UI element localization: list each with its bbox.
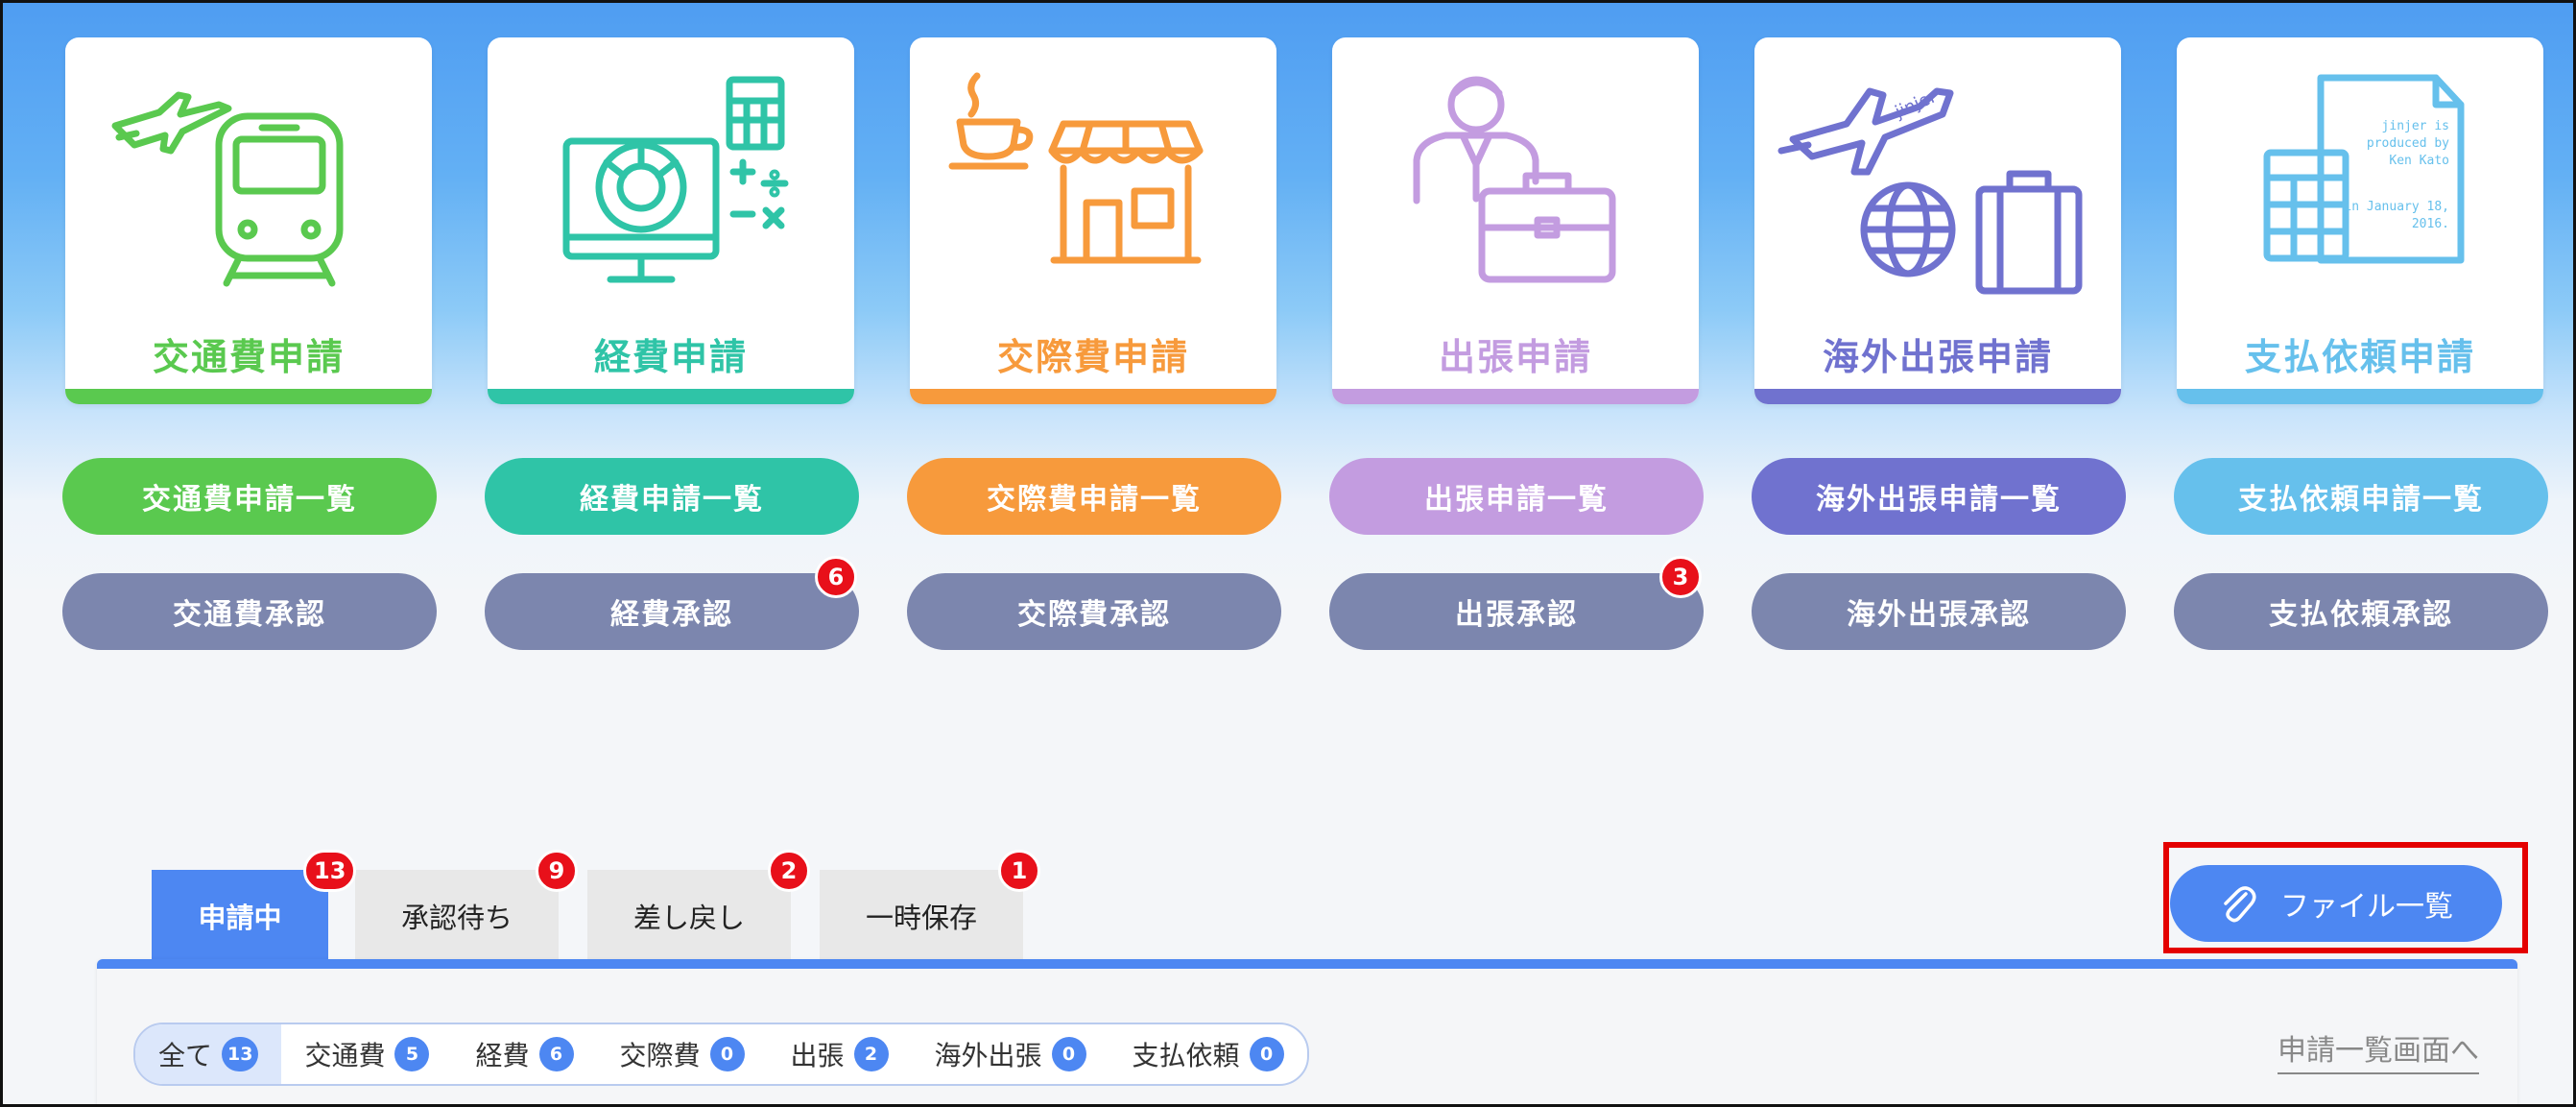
card-title: 経費申請 (593, 336, 748, 378)
filter-label: 交通費 (304, 1040, 386, 1071)
filter-label: 交際費 (619, 1040, 701, 1071)
filter-payment[interactable]: 支払依頼 0 (1109, 1024, 1307, 1084)
expense-approve-badge: 6 (815, 556, 857, 598)
filter-count: 6 (538, 1037, 574, 1071)
tab-returned[interactable]: 差し戻し (587, 870, 791, 962)
train-plane-icon (111, 91, 344, 287)
tab-draft[interactable]: 一時保存 (820, 870, 1023, 962)
card-color-bar (2177, 389, 2543, 404)
filter-label: 経費 (475, 1040, 530, 1071)
payment-approve-button[interactable]: 支払依頼承認 (2174, 573, 2548, 650)
trip-list-button[interactable]: 出張申請一覧 (1329, 458, 1704, 535)
filter-label: 全て (158, 1040, 213, 1071)
card-color-bar (65, 389, 432, 404)
invoice-calculator-icon: jinjer is produced by Ken Kato in Januar… (2263, 74, 2465, 264)
card-payment[interactable]: jinjer is produced by Ken Kato in Januar… (2177, 37, 2543, 404)
card-color-bar (488, 389, 854, 404)
tab-in-progress[interactable]: 申請中 (152, 870, 328, 962)
art-invoice-line: in January 18, (2344, 200, 2449, 214)
card-entertainment[interactable]: 交際費申請 (910, 37, 1276, 404)
card-color-bar (1332, 389, 1699, 404)
filter-count: 5 (394, 1037, 430, 1071)
art-invoice-line: produced by (2367, 136, 2449, 151)
tab-badge: 13 (303, 850, 357, 892)
filter-count: 0 (1249, 1037, 1284, 1071)
filter-count: 0 (709, 1037, 745, 1071)
card-color-bar (1754, 389, 2121, 404)
card-overseas[interactable]: jinjer 海外出張申請 (1754, 37, 2121, 404)
tab-badge: 2 (768, 850, 810, 892)
trip-approve-badge: 3 (1659, 556, 1702, 598)
card-title: 海外出張申請 (1822, 336, 2053, 378)
plane-globe-suitcase-icon: jinjer (1777, 86, 2083, 295)
art-invoice-line: jinjer is (2382, 119, 2449, 133)
filter-entertainment[interactable]: 交際費 0 (597, 1024, 768, 1084)
art-invoice-line: Ken Kato (2389, 154, 2449, 168)
card-expense[interactable]: 経費申請 (488, 37, 854, 404)
transport-approve-button[interactable]: 交通費承認 (62, 573, 437, 650)
payment-list-button[interactable]: 支払依頼申請一覧 (2174, 458, 2548, 535)
filter-count: 13 (222, 1037, 259, 1071)
overseas-approve-button[interactable]: 海外出張承認 (1752, 573, 2126, 650)
app-frame: 交通費申請 経費申請 交際費申請 出張申請 jinjer 海外出張申請 jinj… (0, 0, 2576, 1107)
filter-transport[interactable]: 交通費 5 (281, 1024, 452, 1084)
card-title: 交通費申請 (152, 336, 345, 378)
application-list-link[interactable]: 申請一覧画面へ (2278, 1026, 2479, 1074)
filter-label: 支払依頼 (1132, 1040, 1240, 1071)
category-filter: 全て 13 交通費 5 経費 6 交際費 0 出張 2 海外出張 0 支払依頼 0 (133, 1023, 1309, 1086)
art-invoice-line: 2016. (2412, 217, 2449, 231)
filter-label: 海外出張 (934, 1040, 1042, 1071)
trip-approve-button[interactable]: 出張承認 (1329, 573, 1704, 650)
card-color-bar (910, 389, 1276, 404)
filter-trip[interactable]: 出張 2 (768, 1024, 912, 1084)
filter-expense[interactable]: 経費 6 (452, 1024, 596, 1084)
businessman-briefcase-icon (1413, 76, 1616, 283)
filter-all[interactable]: 全て 13 (135, 1024, 282, 1084)
card-title: 支払依頼申請 (2244, 336, 2475, 378)
monitor-calculator-icon (562, 76, 789, 283)
tab-badge: 9 (536, 850, 578, 892)
highlight-box (2163, 842, 2528, 953)
card-title: 交際費申請 (996, 336, 1189, 378)
overseas-list-button[interactable]: 海外出張申請一覧 (1752, 458, 2126, 535)
filter-label: 出張 (790, 1040, 845, 1071)
filter-overseas[interactable]: 海外出張 0 (912, 1024, 1109, 1084)
tab-badge: 1 (998, 850, 1040, 892)
card-transport[interactable]: 交通費申請 (65, 37, 432, 404)
entertainment-approve-button[interactable]: 交際費承認 (907, 573, 1281, 650)
filter-count: 2 (853, 1037, 889, 1071)
cafe-shop-icon (948, 72, 1204, 264)
application-panel: 全て 13 交通費 5 経費 6 交際費 0 出張 2 海外出張 0 支払依頼 0 申請一覧画… (97, 959, 2517, 1104)
expense-list-button[interactable]: 経費申請一覧 (485, 458, 859, 535)
tab-awaiting-approval[interactable]: 承認待ち (355, 870, 559, 962)
card-title: 出張申請 (1438, 336, 1592, 378)
filter-count: 0 (1051, 1037, 1086, 1071)
expense-approve-button[interactable]: 経費承認 (485, 573, 859, 650)
entertainment-list-button[interactable]: 交際費申請一覧 (907, 458, 1281, 535)
transport-list-button[interactable]: 交通費申請一覧 (62, 458, 437, 535)
card-trip[interactable]: 出張申請 (1332, 37, 1699, 404)
